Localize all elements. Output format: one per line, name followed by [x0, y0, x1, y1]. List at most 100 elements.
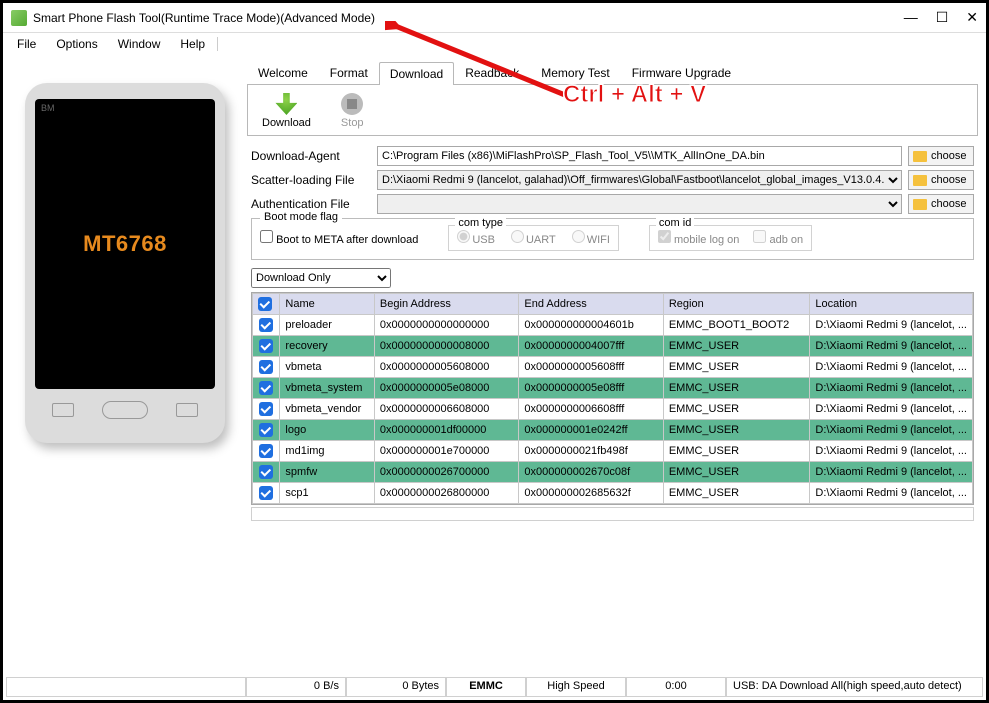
col-location[interactable]: Location	[810, 294, 973, 315]
cell-region: EMMC_USER	[663, 399, 810, 420]
table-row[interactable]: scp1 0x0000000026800000 0x00000000268563…	[253, 483, 973, 504]
scatter-label: Scatter-loading File	[251, 173, 371, 187]
cell-region: EMMC_USER	[663, 420, 810, 441]
cell-begin: 0x0000000000000000	[374, 315, 518, 336]
download-label: Download	[262, 117, 311, 129]
da-input[interactable]	[377, 146, 902, 166]
tab-readback[interactable]: Readback	[454, 61, 530, 84]
phone-chip-label: MT6768	[83, 231, 167, 257]
select-all-checkbox[interactable]	[258, 297, 272, 311]
boot-flag-group: Boot mode flag Boot to META after downlo…	[251, 218, 974, 260]
stop-label: Stop	[341, 117, 364, 129]
cell-end: 0x0000000005608fff	[519, 357, 663, 378]
check-mobile-log[interactable]: mobile log on	[658, 230, 740, 246]
cell-end: 0x000000001e0242ff	[519, 420, 663, 441]
scatter-input[interactable]: D:\Xiaomi Redmi 9 (lancelot, galahad)\Of…	[377, 170, 902, 190]
folder-icon	[913, 175, 927, 186]
radio-wifi[interactable]: WIFI	[572, 230, 610, 246]
app-icon	[11, 10, 27, 26]
row-checkbox[interactable]	[259, 381, 273, 395]
table-row[interactable]: recovery 0x0000000000008000 0x0000000004…	[253, 336, 973, 357]
boot-flag-legend: Boot mode flag	[260, 211, 342, 223]
cell-end: 0x0000000005e08fff	[519, 378, 663, 399]
stop-button[interactable]: Stop	[341, 93, 364, 129]
cell-location: D:\Xiaomi Redmi 9 (lancelot, ...	[810, 315, 973, 336]
auth-input[interactable]	[377, 194, 902, 214]
tab-welcome[interactable]: Welcome	[247, 61, 319, 84]
table-row[interactable]: vbmeta_vendor 0x0000000006608000 0x00000…	[253, 399, 973, 420]
status-speed: 0 B/s	[246, 678, 346, 697]
tab-download[interactable]: Download	[379, 62, 454, 85]
check-adb[interactable]: adb on	[753, 230, 803, 246]
cell-name: logo	[280, 420, 375, 441]
cell-end: 0x000000002685632f	[519, 483, 663, 504]
col-begin[interactable]: Begin Address	[374, 294, 518, 315]
cell-name: vbmeta_vendor	[280, 399, 375, 420]
radio-usb[interactable]: USB	[457, 230, 495, 246]
auth-choose-button[interactable]: choose	[908, 194, 974, 214]
da-choose-button[interactable]: choose	[908, 146, 974, 166]
table-row[interactable]: preloader 0x0000000000000000 0x000000000…	[253, 315, 973, 336]
com-id-group: com id mobile log on adb on	[649, 225, 812, 251]
cell-name: recovery	[280, 336, 375, 357]
col-name[interactable]: Name	[280, 294, 375, 315]
menu-window[interactable]: Window	[110, 35, 169, 53]
table-row[interactable]: logo 0x000000001df00000 0x000000001e0242…	[253, 420, 973, 441]
download-button[interactable]: Download	[262, 93, 311, 129]
row-checkbox[interactable]	[259, 339, 273, 353]
cell-location: D:\Xiaomi Redmi 9 (lancelot, ...	[810, 483, 973, 504]
cell-region: EMMC_BOOT1_BOOT2	[663, 315, 810, 336]
cell-name: spmfw	[280, 462, 375, 483]
minimize-button[interactable]: —	[904, 9, 918, 26]
progress-bar	[251, 507, 974, 521]
com-id-legend: com id	[656, 217, 694, 229]
download-mode-select[interactable]: Download Only	[251, 268, 391, 288]
menu-options[interactable]: Options	[48, 35, 105, 53]
cell-region: EMMC_USER	[663, 441, 810, 462]
window-title: Smart Phone Flash Tool(Runtime Trace Mod…	[33, 11, 904, 25]
row-checkbox[interactable]	[259, 318, 273, 332]
cell-begin: 0x0000000006608000	[374, 399, 518, 420]
col-end[interactable]: End Address	[519, 294, 663, 315]
row-checkbox[interactable]	[259, 402, 273, 416]
table-row[interactable]: spmfw 0x0000000026700000 0x000000002670c…	[253, 462, 973, 483]
folder-icon	[913, 199, 927, 210]
tab-memory-test[interactable]: Memory Test	[530, 61, 620, 84]
cell-location: D:\Xiaomi Redmi 9 (lancelot, ...	[810, 378, 973, 399]
cell-location: D:\Xiaomi Redmi 9 (lancelot, ...	[810, 420, 973, 441]
scatter-choose-button[interactable]: choose	[908, 170, 974, 190]
table-row[interactable]: md1img 0x000000001e700000 0x0000000021fb…	[253, 441, 973, 462]
cell-begin: 0x0000000005608000	[374, 357, 518, 378]
maximize-button[interactable]: ☐	[936, 9, 949, 26]
cell-begin: 0x0000000000008000	[374, 336, 518, 357]
col-region[interactable]: Region	[663, 294, 810, 315]
table-row[interactable]: vbmeta 0x0000000005608000 0x000000000560…	[253, 357, 973, 378]
menu-help[interactable]: Help	[172, 35, 213, 53]
cell-begin: 0x0000000005e08000	[374, 378, 518, 399]
cell-name: preloader	[280, 315, 375, 336]
cell-region: EMMC_USER	[663, 357, 810, 378]
table-row[interactable]: vbmeta_system 0x0000000005e08000 0x00000…	[253, 378, 973, 399]
row-checkbox[interactable]	[259, 444, 273, 458]
statusbar: 0 B/s 0 Bytes EMMC High Speed 0:00 USB: …	[6, 677, 983, 697]
status-usb: USB: DA Download All(high speed,auto det…	[726, 678, 983, 697]
partition-table[interactable]: Name Begin Address End Address Region Lo…	[251, 292, 974, 505]
close-button[interactable]: ✕	[966, 9, 978, 26]
cell-name: md1img	[280, 441, 375, 462]
download-icon	[275, 93, 297, 115]
phone-bm-label: BM	[41, 103, 55, 113]
row-checkbox[interactable]	[259, 465, 273, 479]
tab-format[interactable]: Format	[319, 61, 379, 84]
meta-checkbox[interactable]: Boot to META after download	[260, 230, 418, 246]
row-checkbox[interactable]	[259, 423, 273, 437]
row-checkbox[interactable]	[259, 360, 273, 374]
cell-region: EMMC_USER	[663, 378, 810, 399]
status-bytes: 0 Bytes	[346, 678, 446, 697]
radio-uart[interactable]: UART	[511, 230, 556, 246]
cell-end: 0x000000002670c08f	[519, 462, 663, 483]
com-type-legend: com type	[455, 217, 506, 229]
tab-firmware-upgrade[interactable]: Firmware Upgrade	[621, 61, 742, 84]
menu-file[interactable]: File	[9, 35, 44, 53]
row-checkbox[interactable]	[259, 486, 273, 500]
phone-menu-button	[176, 403, 198, 417]
